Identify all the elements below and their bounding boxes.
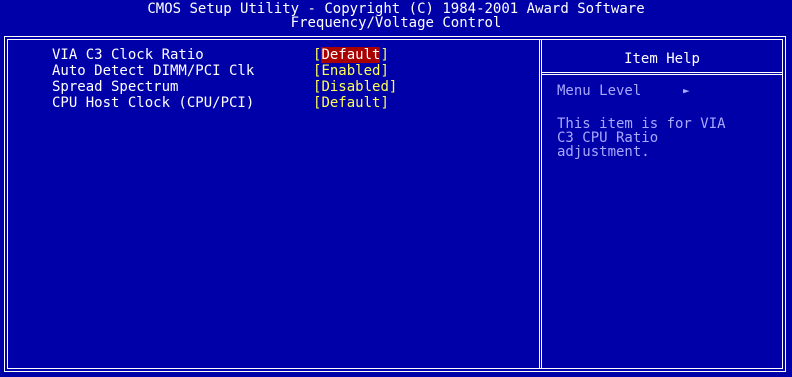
settings-menu: VIA C3 Clock Ratio [Default] Auto Detect… <box>52 47 397 112</box>
menu-item-cpu-host-clock[interactable]: CPU Host Clock (CPU/PCI) [Default] <box>52 96 389 112</box>
window-title: CMOS Setup Utility - Copyright (C) 1984-… <box>147 1 645 17</box>
menu-item-value[interactable]: [Enabled] <box>313 64 389 78</box>
menu-item-value[interactable]: [Disabled] <box>313 80 397 94</box>
menu-item-spread-spectrum[interactable]: Spread Spectrum [Disabled] <box>52 80 397 96</box>
panel-divider <box>539 39 542 369</box>
help-text-line: This item is for VIA <box>557 116 726 132</box>
item-help-title: Item Help <box>624 51 700 67</box>
menu-level-label: Menu Level <box>557 83 642 99</box>
item-help-text: This item is for VIA C3 CPU Ratio adjust… <box>557 117 772 159</box>
menu-item-value[interactable]: [Default] <box>313 47 389 63</box>
page-title: Frequency/Voltage Control <box>290 15 502 31</box>
menu-item-via-c3-clock-ratio[interactable]: VIA C3 Clock Ratio [Default] <box>52 47 389 64</box>
menu-item-auto-detect-dimm-pci-clk[interactable]: Auto Detect DIMM/PCI Clk [Enabled] <box>52 64 389 80</box>
menu-item-value[interactable]: [Default] <box>313 96 389 110</box>
menu-item-label: VIA C3 Clock Ratio <box>52 47 204 63</box>
menu-item-label: Auto Detect DIMM/PCI Clk <box>52 63 255 79</box>
help-title-divider <box>542 72 782 75</box>
bios-screen: CMOS Setup Utility - Copyright (C) 1984-… <box>0 0 792 377</box>
menu-item-label: CPU Host Clock (CPU/PCI) <box>52 95 255 111</box>
help-text-line: C3 CPU Ratio <box>557 130 659 146</box>
menu-level-arrow-icon: ► <box>683 84 690 97</box>
menu-item-label: Spread Spectrum <box>52 79 179 95</box>
help-text-line: adjustment. <box>557 144 650 160</box>
